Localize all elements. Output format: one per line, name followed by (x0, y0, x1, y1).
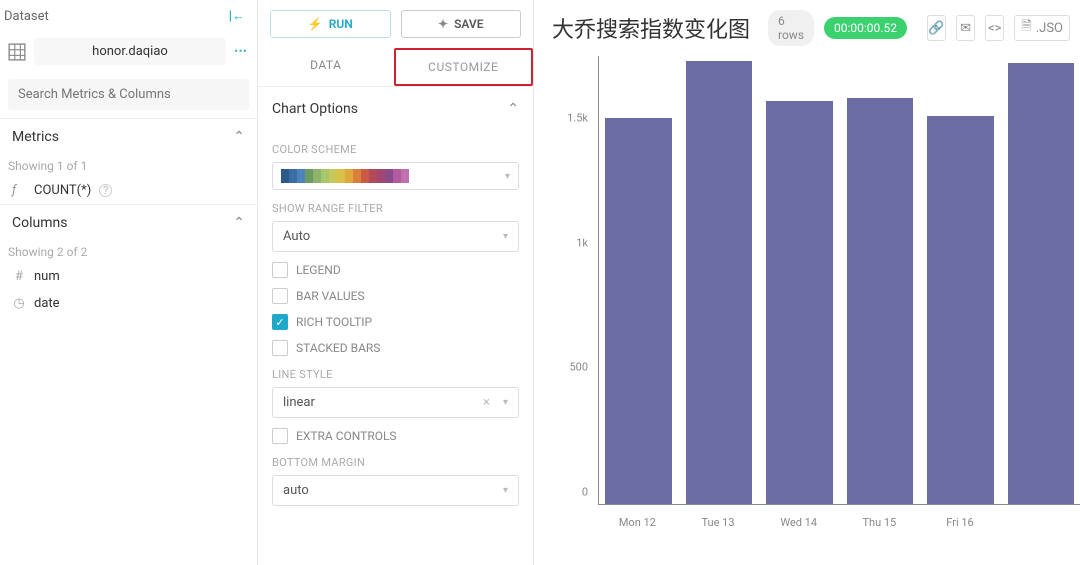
chart-area: 大乔搜索指数变化图 6 rows 00:00:00.52 🔗 ✉ <> 🗎 .J… (534, 0, 1080, 565)
legend-label: LEGEND (296, 263, 341, 277)
checkbox-checked-icon: ✓ (272, 314, 288, 330)
clock-icon: ◷ (12, 296, 26, 311)
checkbox-icon (272, 340, 288, 356)
columns-label: Columns (12, 215, 67, 231)
chevron-down-icon: ▾ (503, 397, 508, 408)
code-icon: <> (988, 21, 1001, 36)
color-scheme-select[interactable]: ▾ (272, 162, 519, 190)
mail-icon: ✉ (960, 21, 971, 36)
x-axis-labels: Mon 12 Tue 13 Wed 14 Thu 15 Fri 16 (598, 516, 1080, 529)
dataset-name[interactable]: honor.daqiao (34, 38, 226, 65)
x-tick-label (1007, 516, 1074, 529)
dataset-sidebar: Dataset |← honor.daqiao ⋯ Metrics ⌃ Show… (0, 0, 258, 565)
chevron-down-icon: ▾ (503, 485, 508, 496)
bar-values-label: BAR VALUES (296, 289, 365, 303)
bar[interactable] (1008, 63, 1075, 504)
bar[interactable] (927, 116, 994, 504)
metric-item[interactable]: ƒ COUNT(*) ? (0, 177, 257, 204)
metrics-label: Metrics (12, 129, 59, 145)
y-axis: 05001k1.5k (546, 56, 594, 505)
bar-values-checkbox[interactable]: BAR VALUES (272, 288, 519, 304)
metrics-showing: Showing 1 of 1 (0, 155, 257, 177)
extra-controls-checkbox[interactable]: EXTRA CONTROLS (272, 428, 519, 444)
color-scheme-label: COLOR SCHEME (272, 143, 519, 156)
chevron-up-icon: ⌃ (233, 215, 245, 231)
bar[interactable] (686, 61, 753, 504)
extra-controls-label: EXTRA CONTROLS (296, 429, 397, 443)
chevron-up-icon: ⌃ (507, 101, 519, 117)
bottom-margin-value: auto (283, 483, 309, 498)
tab-customize[interactable]: CUSTOMIZE (394, 48, 534, 86)
document-icon: 🗎 (1021, 17, 1031, 39)
rows-badge: 6 rows (768, 10, 814, 46)
help-icon[interactable]: ? (99, 184, 112, 197)
link-icon: 🔗 (928, 21, 944, 36)
line-style-value: linear (283, 395, 315, 410)
search-input[interactable] (8, 79, 249, 110)
line-style-label: LINE STYLE (272, 368, 519, 381)
bottom-margin-label: BOTTOM MARGIN (272, 456, 519, 469)
rich-tooltip-checkbox[interactable]: ✓ RICH TOOLTIP (272, 314, 519, 330)
number-icon: # (12, 269, 26, 284)
checkbox-icon (272, 428, 288, 444)
bar-chart: 05001k1.5k Mon 12 Tue 13 Wed 14 Thu 15 Fri 1… (546, 56, 1080, 565)
x-tick-label: Mon 12 (604, 516, 671, 529)
range-filter-select[interactable]: Auto ▾ (272, 221, 519, 252)
link-button[interactable]: 🔗 (927, 15, 946, 41)
bar[interactable] (847, 98, 914, 504)
chart-options-label: Chart Options (272, 101, 358, 117)
run-label: RUN (329, 17, 353, 31)
email-button[interactable]: ✉ (956, 15, 975, 41)
columns-section-header[interactable]: Columns ⌃ (0, 204, 257, 241)
function-icon: ƒ (12, 183, 26, 198)
bolt-icon: ⚡ (308, 17, 323, 31)
checkbox-icon (272, 288, 288, 304)
range-filter-label: SHOW RANGE FILTER (272, 202, 519, 215)
table-icon (8, 43, 26, 61)
stacked-bars-checkbox[interactable]: STACKED BARS (272, 340, 519, 356)
checkbox-icon (272, 262, 288, 278)
dataset-header-label: Dataset (4, 9, 49, 24)
chart-title: 大乔搜索指数变化图 (552, 12, 750, 44)
metrics-section-header[interactable]: Metrics ⌃ (0, 118, 257, 155)
column-item-num[interactable]: # num (0, 263, 257, 290)
chart-options-header[interactable]: Chart Options ⌃ (258, 87, 533, 131)
x-tick-label: Fri 16 (927, 516, 994, 529)
chevron-down-icon: ▾ (503, 231, 508, 242)
column-label: num (34, 269, 60, 284)
collapse-sidebar-icon[interactable]: |← (229, 8, 245, 24)
rich-tooltip-label: RICH TOOLTIP (296, 315, 372, 329)
columns-showing: Showing 2 of 2 (0, 241, 257, 263)
tab-data[interactable]: DATA (258, 48, 394, 86)
chevron-down-icon: ▾ (505, 171, 510, 182)
x-tick-label: Tue 13 (685, 516, 752, 529)
legend-checkbox[interactable]: LEGEND (272, 262, 519, 278)
x-tick-label: Wed 14 (765, 516, 832, 529)
dataset-menu-icon[interactable]: ⋯ (234, 44, 249, 59)
timer-badge: 00:00:00.52 (824, 17, 907, 39)
column-item-date[interactable]: ◷ date (0, 290, 257, 317)
metric-label: COUNT(*) (34, 183, 91, 198)
controls-panel: ⚡ RUN ✦ SAVE DATA CUSTOMIZE Chart Option… (258, 0, 534, 565)
save-button[interactable]: ✦ SAVE (401, 10, 522, 38)
line-style-select[interactable]: linear × ▾ (272, 387, 519, 418)
chevron-up-icon: ⌃ (233, 129, 245, 145)
embed-button[interactable]: <> (985, 15, 1004, 41)
column-label: date (34, 296, 60, 311)
bars-container (598, 56, 1080, 505)
json-label: .JSO (1036, 21, 1063, 36)
bar[interactable] (605, 118, 672, 504)
dataset-header: Dataset |← (0, 0, 257, 32)
bottom-margin-select[interactable]: auto ▾ (272, 475, 519, 506)
stacked-bars-label: STACKED BARS (296, 341, 380, 355)
clear-icon[interactable]: × (483, 395, 490, 410)
range-filter-value: Auto (283, 229, 310, 244)
save-icon: ✦ (438, 17, 448, 31)
color-swatches (281, 169, 409, 183)
bar[interactable] (766, 101, 833, 504)
run-button[interactable]: ⚡ RUN (270, 10, 391, 38)
json-button[interactable]: 🗎 .JSO (1014, 15, 1070, 41)
save-label: SAVE (454, 17, 483, 31)
x-tick-label: Thu 15 (846, 516, 913, 529)
